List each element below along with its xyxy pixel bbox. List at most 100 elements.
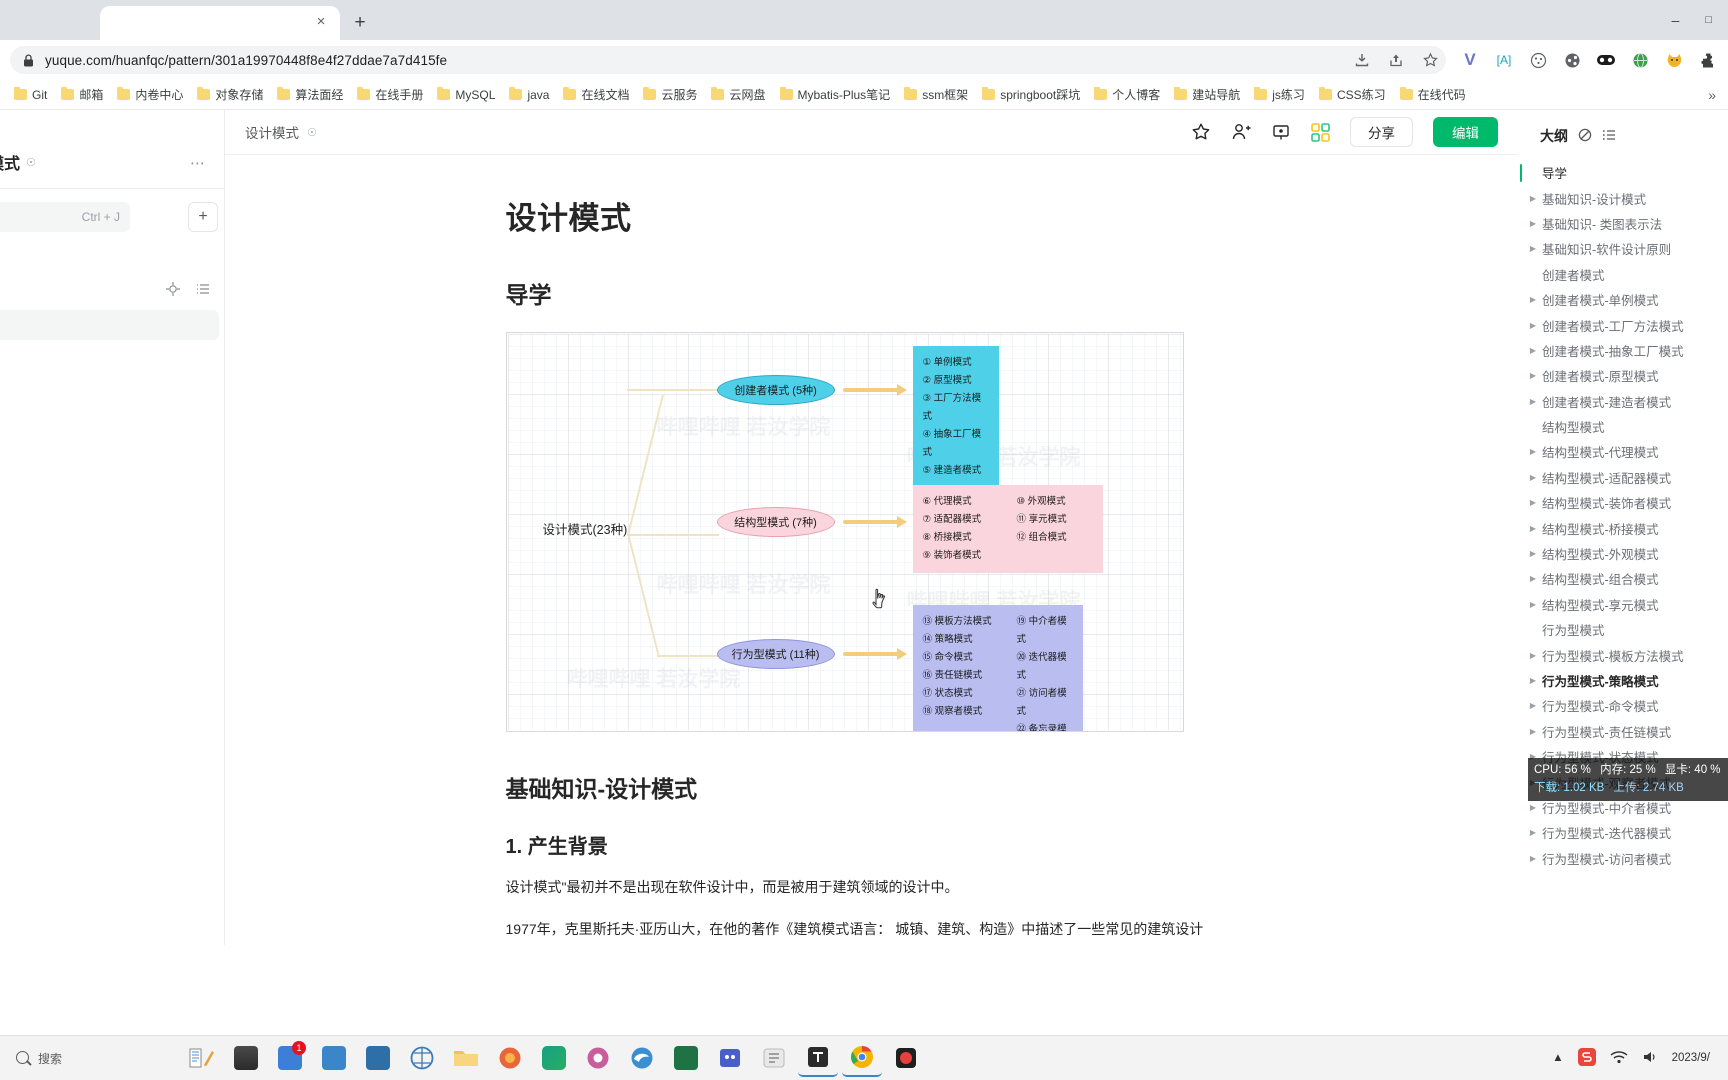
sidebar-doc-item[interactable] bbox=[0, 310, 219, 340]
taskbar-icon-excel[interactable] bbox=[666, 1039, 706, 1077]
hide-icon[interactable] bbox=[1578, 128, 1592, 145]
sidebar-title[interactable]: 计模式 ☉ bbox=[0, 150, 36, 174]
volume-icon[interactable] bbox=[1642, 1050, 1658, 1067]
chevron-right-icon[interactable]: ▶ bbox=[1528, 701, 1538, 710]
taskbar-icon-folder[interactable] bbox=[446, 1039, 486, 1077]
address-bar[interactable]: yuque.com/huanfqc/pattern/301a19970448f8… bbox=[10, 46, 1446, 74]
bookmark-item[interactable]: 算法面经 bbox=[271, 83, 349, 106]
chevron-right-icon[interactable]: ▶ bbox=[1528, 828, 1538, 837]
mindmap-node-creational[interactable]: 创建者模式 (5种) bbox=[716, 375, 835, 405]
outline-item[interactable]: ▶ 结构型模式-组合模式 bbox=[1518, 566, 1728, 591]
taskbar-icon-app13[interactable] bbox=[710, 1039, 750, 1077]
outline-item[interactable]: ▶结构型模式 bbox=[1518, 414, 1728, 439]
bookmark-item[interactable]: MySQL bbox=[431, 85, 501, 105]
edit-button[interactable]: 编辑 bbox=[1433, 117, 1498, 147]
wifi-icon[interactable] bbox=[1610, 1050, 1628, 1067]
share-icon[interactable] bbox=[1386, 50, 1406, 70]
puzzle-icon[interactable] bbox=[1698, 50, 1718, 70]
bookmark-item[interactable]: 云服务 bbox=[637, 83, 703, 106]
chevron-right-icon[interactable]: ▶ bbox=[1528, 498, 1538, 507]
bookmark-item[interactable]: ssm框架 bbox=[898, 83, 974, 106]
add-person-icon[interactable] bbox=[1231, 122, 1251, 142]
outline-item[interactable]: ▶ 结构型模式-装饰者模式 bbox=[1518, 490, 1728, 515]
bookmark-item[interactable]: Mybatis-Plus笔记 bbox=[774, 83, 897, 106]
chevron-right-icon[interactable]: ▶ bbox=[1528, 244, 1538, 253]
chevron-right-icon[interactable]: ▶ bbox=[1528, 651, 1538, 660]
cat-icon[interactable] bbox=[1664, 50, 1684, 70]
chevron-right-icon[interactable]: ▶ bbox=[1528, 447, 1538, 456]
mindmap-node-structural[interactable]: 结构型模式 (7种) bbox=[716, 507, 835, 537]
outline-item[interactable]: ▶ 创建者模式-原型模式 bbox=[1518, 363, 1728, 388]
chevron-right-icon[interactable]: ▶ bbox=[1528, 600, 1538, 609]
bookmark-item[interactable]: 对象存储 bbox=[191, 83, 269, 106]
outline-item[interactable]: ▶ 基础知识-软件设计原则 bbox=[1518, 236, 1728, 261]
taskbar-icon-mail[interactable]: 1 bbox=[270, 1039, 310, 1077]
bookmark-item[interactable]: 建站导航 bbox=[1168, 83, 1246, 106]
mindmap-node-behavioral[interactable]: 行为型模式 (11种) bbox=[716, 639, 835, 669]
s-icon[interactable] bbox=[1577, 1047, 1596, 1069]
outline-item[interactable]: ▶ 行为型模式-模板方法模式 bbox=[1518, 642, 1728, 667]
chevron-right-icon[interactable]: ▶ bbox=[1528, 371, 1538, 380]
outline-item[interactable]: ▶ 基础知识-设计模式 bbox=[1518, 185, 1728, 210]
v-icon[interactable]: V bbox=[1460, 50, 1480, 70]
present-icon[interactable] bbox=[1271, 122, 1291, 142]
outline-item[interactable]: ▶ 结构型模式-适配器模式 bbox=[1518, 465, 1728, 490]
taskbar-icon-explorer[interactable] bbox=[226, 1039, 266, 1077]
taskbar-icon-notes[interactable] bbox=[182, 1039, 222, 1077]
a-icon[interactable]: [A] bbox=[1494, 50, 1514, 70]
share-button[interactable]: 分享 bbox=[1350, 117, 1413, 147]
globe-icon[interactable] bbox=[1630, 50, 1650, 70]
star-icon[interactable] bbox=[1420, 50, 1440, 70]
chevron-right-icon[interactable]: ▶ bbox=[1528, 676, 1538, 685]
outline-item[interactable]: ▶ 基础知识- 类图表示法 bbox=[1518, 211, 1728, 236]
taskbar-icon-app4[interactable] bbox=[314, 1039, 354, 1077]
chevron-right-icon[interactable]: ▶ bbox=[1528, 194, 1538, 203]
breadcrumb[interactable]: 设计模式 bbox=[245, 122, 299, 142]
document-body[interactable]: 设计模式 导学 哔哩哔哩 若汝学院 哔哩哔哩 若汝学院 哔哩哔哩 若汝学院 哔哩… bbox=[225, 155, 1518, 945]
bookmark-item[interactable]: 云网盘 bbox=[705, 83, 771, 106]
bookmark-item[interactable]: js练习 bbox=[1248, 83, 1311, 106]
star-icon[interactable] bbox=[1191, 122, 1211, 142]
bookmark-item[interactable]: Git bbox=[8, 85, 53, 105]
taskbar-icon-app10[interactable] bbox=[578, 1039, 618, 1077]
taskbar-icon-app5[interactable] bbox=[358, 1039, 398, 1077]
outline-item[interactable]: ▶ 行为型模式-策略模式 bbox=[1518, 668, 1728, 693]
clock[interactable]: 2023/9/ bbox=[1672, 1051, 1710, 1065]
outline-item[interactable]: ▶ 行为型模式-迭代器模式 bbox=[1518, 820, 1728, 845]
outline-item[interactable]: ▶ 行为型模式-责任链模式 bbox=[1518, 719, 1728, 744]
outline-item[interactable]: ▶ 创建者模式-单例模式 bbox=[1518, 287, 1728, 312]
chevron-up-icon[interactable]: ▲ bbox=[1552, 1052, 1563, 1064]
chevron-right-icon[interactable]: ▶ bbox=[1528, 321, 1538, 330]
mindmap-diagram[interactable]: 哔哩哔哩 若汝学院 哔哩哔哩 若汝学院 哔哩哔哩 若汝学院 哔哩哔哩 若汝学院 … bbox=[505, 332, 1184, 732]
list-icon[interactable] bbox=[196, 282, 210, 299]
download-icon[interactable] bbox=[1352, 50, 1372, 70]
chevron-right-icon[interactable]: ▶ bbox=[1528, 803, 1538, 812]
bookmark-item[interactable]: 内卷中心 bbox=[111, 83, 189, 106]
share-net-icon[interactable] bbox=[1562, 50, 1582, 70]
taskbar-icon-app14[interactable] bbox=[754, 1039, 794, 1077]
taskbar-icon-recorder[interactable] bbox=[886, 1039, 926, 1077]
outline-item[interactable]: ▶ 结构型模式-外观模式 bbox=[1518, 541, 1728, 566]
chevron-right-icon[interactable]: ▶ bbox=[1528, 346, 1538, 355]
outline-item[interactable]: ▶ 创建者模式-抽象工厂模式 bbox=[1518, 338, 1728, 363]
taskbar-search[interactable]: 搜索 bbox=[8, 1050, 178, 1067]
chevron-right-icon[interactable]: ▶ bbox=[1528, 524, 1538, 533]
outline-item[interactable]: ▶导学 bbox=[1518, 160, 1728, 185]
chevron-right-icon[interactable]: ▶ bbox=[1528, 397, 1538, 406]
collapse-list-icon[interactable] bbox=[1602, 128, 1616, 145]
outline-item[interactable]: ▶ 行为型模式-访问者模式 bbox=[1518, 846, 1728, 871]
bookmark-item[interactable]: 在线文档 bbox=[557, 83, 635, 106]
bookmark-item[interactable]: CSS练习 bbox=[1313, 83, 1392, 106]
outline-item[interactable]: ▶ 结构型模式-桥接模式 bbox=[1518, 515, 1728, 540]
taskbar-icon-typora[interactable] bbox=[798, 1039, 838, 1077]
tab-close-icon[interactable]: × bbox=[312, 14, 330, 32]
outline-item[interactable]: ▶行为型模式 bbox=[1518, 617, 1728, 642]
taskbar-icon-firefox[interactable] bbox=[490, 1039, 530, 1077]
bookmarks-overflow-button[interactable]: » bbox=[1708, 87, 1720, 103]
outline-item[interactable]: ▶创建者模式 bbox=[1518, 262, 1728, 287]
sidebar-more-button[interactable]: ⋯ bbox=[190, 154, 206, 172]
minimize-icon[interactable]: – bbox=[1672, 12, 1680, 28]
taskbar-icon-chrome[interactable] bbox=[842, 1039, 882, 1077]
browser-tab[interactable]: × bbox=[100, 6, 340, 40]
chevron-right-icon[interactable]: ▶ bbox=[1528, 295, 1538, 304]
